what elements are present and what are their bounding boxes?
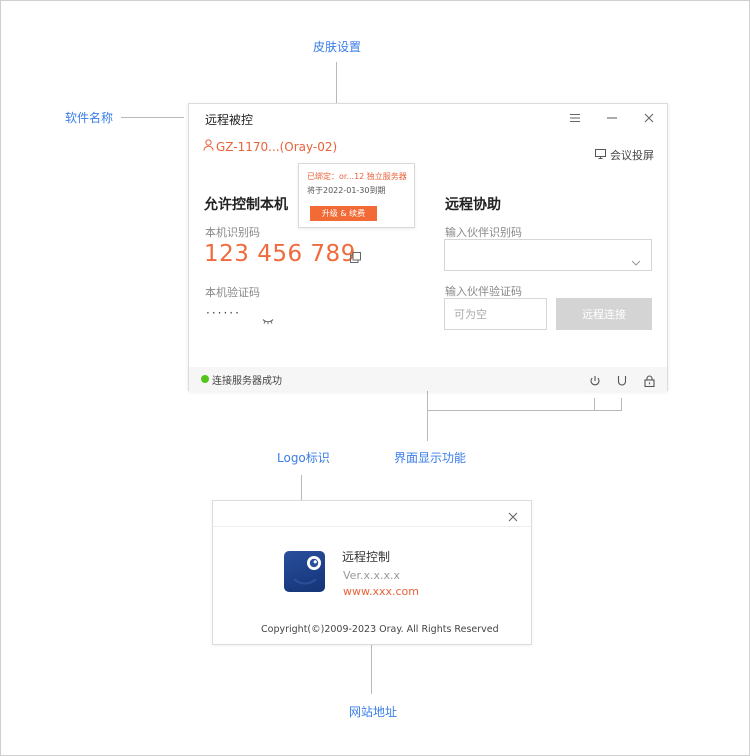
status-dot: [201, 375, 209, 383]
device-id-code: 123 456 789: [204, 241, 356, 267]
window-title: 远程被控: [205, 113, 254, 127]
annotation-ui-features: 界面显示功能: [394, 451, 467, 465]
title-bar: 远程被控: [189, 104, 667, 132]
remote-connect-button[interactable]: 远程连接: [556, 298, 652, 330]
skin-popup: 已绑定：or...12 独立服务器 将于2022-01-30到期 升级 & 续费: [298, 163, 415, 228]
annotation-website: 网站地址: [349, 705, 398, 719]
magnet-icon[interactable]: [616, 372, 628, 391]
connector-line: [427, 410, 622, 411]
connector-line: [594, 398, 595, 410]
partner-code-label: 输入伙伴验证码: [445, 285, 522, 298]
meeting-cast-label: 会议投屏: [610, 149, 654, 162]
partner-code-input[interactable]: [444, 298, 547, 330]
about-version: Ver.x.x.x.x: [343, 569, 400, 582]
connector-line: [621, 398, 622, 410]
logo-icon: [284, 551, 325, 592]
skin-bound-text: 已绑定：or...12 独立服务器: [307, 172, 407, 181]
about-copyright: Copyright(©)2009-2023 Oray. All Rights R…: [261, 624, 499, 635]
main-window: 远程被控 GZ-1170...(Oray-02) 会议投屏 允许控制本机 本机识…: [188, 103, 668, 391]
copy-icon[interactable]: [350, 248, 361, 267]
meeting-cast-button[interactable]: 会议投屏: [595, 147, 654, 163]
about-titlebar: [213, 501, 531, 527]
chevron-down-icon: [631, 251, 641, 270]
partner-id-label: 输入伙伴识别码: [445, 226, 522, 239]
menu-icon[interactable]: [566, 109, 584, 127]
status-text: 连接服务器成功: [212, 376, 282, 387]
annotation-skin-settings: 皮肤设置: [313, 40, 362, 54]
remote-assist-title: 远程协助: [445, 197, 501, 213]
device-id-label: 本机识别码: [205, 226, 260, 239]
annotation-logo-mark: Logo标识: [277, 451, 330, 465]
about-website-link[interactable]: www.xxx.com: [343, 585, 419, 598]
device-id[interactable]: GZ-1170...(Oray-02): [203, 139, 337, 154]
eye-closed-icon[interactable]: [262, 310, 274, 329]
annotation-software-name: 软件名称: [65, 111, 114, 125]
close-icon[interactable]: [508, 507, 522, 522]
skin-expiry-text: 将于2022-01-30到期: [307, 186, 386, 195]
minimize-icon[interactable]: [603, 109, 621, 127]
status-bar: 连接服务器成功: [189, 367, 667, 391]
lock-icon[interactable]: [644, 372, 655, 391]
device-id-text: GZ-1170...(Oray-02): [216, 139, 338, 154]
monitor-icon: [595, 148, 606, 162]
verify-code-masked: ······: [206, 306, 241, 320]
user-icon: [203, 139, 214, 154]
upgrade-renew-button[interactable]: 升级 & 续费: [310, 206, 377, 221]
close-icon[interactable]: [640, 109, 658, 127]
connector-line: [121, 117, 184, 118]
about-dialog: 远程控制 Ver.x.x.x.x www.xxx.com Copyright(©…: [212, 500, 532, 645]
partner-id-select[interactable]: [444, 239, 652, 271]
allow-control-title: 允许控制本机: [204, 197, 288, 213]
power-icon[interactable]: [589, 372, 601, 391]
about-app-name: 远程控制: [342, 550, 391, 564]
verify-code-label: 本机验证码: [205, 286, 260, 299]
